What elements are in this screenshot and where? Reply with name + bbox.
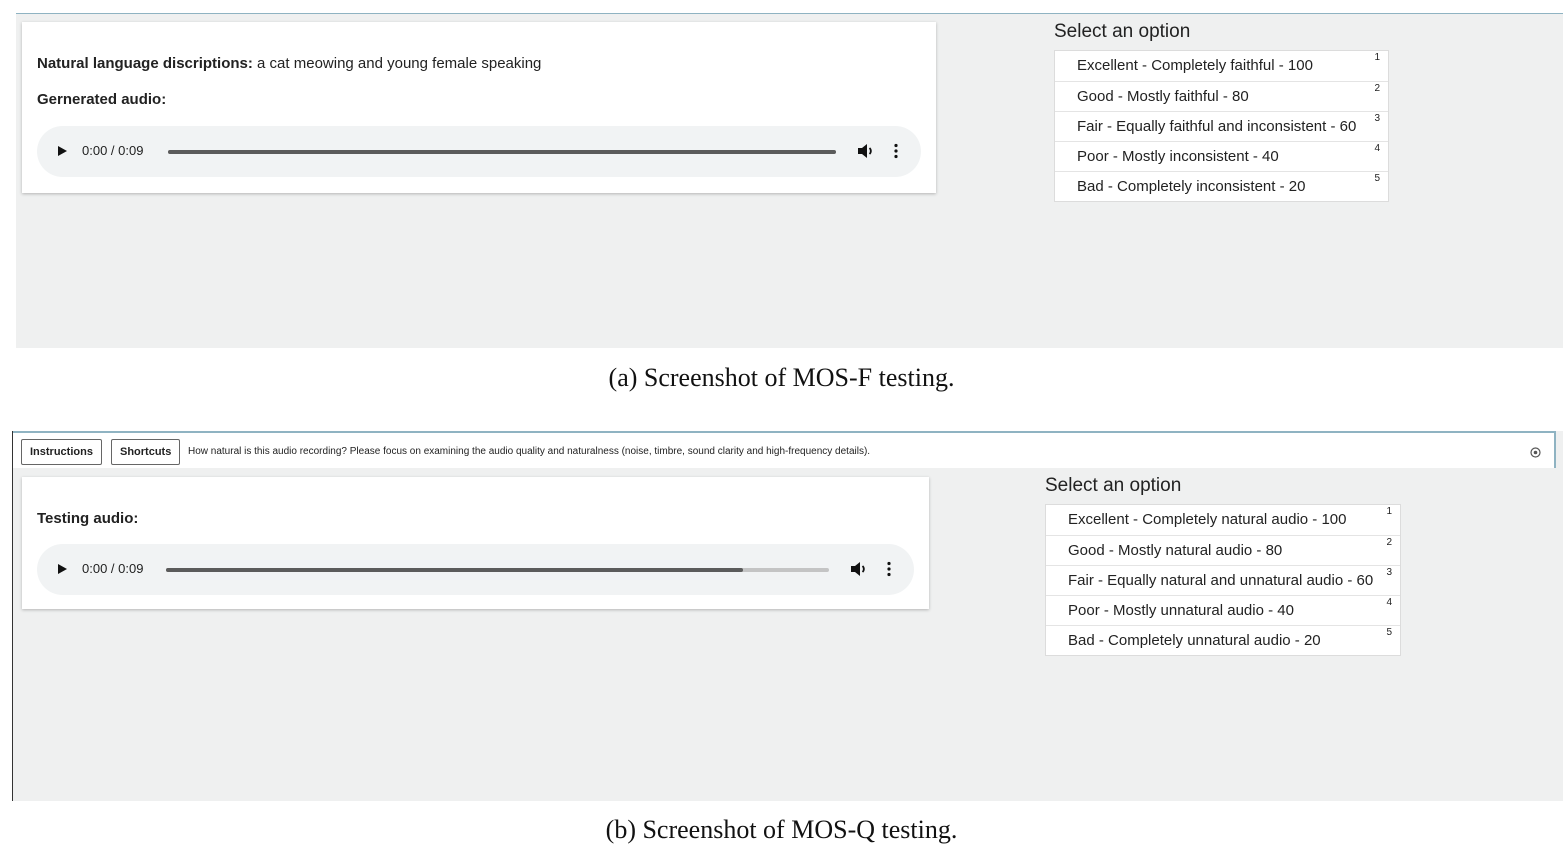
- toolbar: Instructions Shortcuts How natural is th…: [13, 431, 1556, 468]
- progress-track[interactable]: [168, 150, 836, 154]
- options-title: Select an option: [1054, 21, 1191, 42]
- audio-card: Testing audio: 0:00 / 0:09: [22, 477, 929, 609]
- settings-icon[interactable]: [1530, 447, 1541, 458]
- options-title: Select an option: [1045, 475, 1182, 496]
- description-label: Natural language discriptions:: [37, 55, 253, 72]
- option-label: Good - Mostly faithful - 80: [1077, 88, 1249, 105]
- time-display: 0:00 / 0:09: [82, 561, 144, 576]
- option-poor[interactable]: Poor - Mostly inconsistent - 40 4: [1055, 141, 1388, 171]
- option-good[interactable]: Good - Mostly faithful - 80 2: [1055, 81, 1388, 111]
- caption-b: (b) Screenshot of MOS-Q testing.: [605, 815, 958, 844]
- play-icon[interactable]: [58, 146, 67, 156]
- option-label: Excellent - Completely natural audio - 1…: [1068, 511, 1347, 528]
- audio-label: Testing audio:: [37, 510, 139, 527]
- option-label: Bad - Completely unnatural audio - 20: [1068, 632, 1321, 649]
- more-options-icon[interactable]: [887, 561, 891, 577]
- option-poor[interactable]: Poor - Mostly unnatural audio - 40 4: [1046, 595, 1400, 625]
- play-icon[interactable]: [58, 564, 67, 574]
- option-good[interactable]: Good - Mostly natural audio - 80 2: [1046, 535, 1400, 565]
- option-bad[interactable]: Bad - Completely unnatural audio - 20 5: [1046, 625, 1400, 655]
- progress-fill: [166, 568, 743, 572]
- instructions-button[interactable]: Instructions: [21, 439, 102, 465]
- option-label: Fair - Equally faithful and inconsistent…: [1077, 118, 1357, 135]
- mos-q-panel: Instructions Shortcuts How natural is th…: [12, 431, 1563, 801]
- description-line: Natural language discriptions: a cat meo…: [37, 55, 541, 72]
- option-label: Good - Mostly natural audio - 80: [1068, 542, 1283, 559]
- more-options-icon[interactable]: [894, 143, 898, 159]
- option-bad[interactable]: Bad - Completely inconsistent - 20 5: [1055, 171, 1388, 201]
- description-text: a cat meowing and young female speaking: [257, 55, 542, 72]
- option-key: 3: [1386, 567, 1392, 578]
- options-list: Excellent - Completely natural audio - 1…: [1045, 504, 1401, 656]
- volume-icon[interactable]: [857, 143, 875, 159]
- option-label: Excellent - Completely faithful - 100: [1077, 57, 1313, 74]
- option-excellent[interactable]: Excellent - Completely faithful - 100 1: [1055, 51, 1388, 81]
- option-key: 1: [1386, 506, 1392, 517]
- audio-player[interactable]: 0:00 / 0:09: [37, 544, 914, 595]
- option-key: 3: [1374, 113, 1380, 124]
- option-key: 5: [1386, 627, 1392, 638]
- option-fair[interactable]: Fair - Equally natural and unnatural aud…: [1046, 565, 1400, 595]
- option-key: 2: [1386, 537, 1392, 548]
- audio-label: Gernerated audio:: [37, 91, 167, 108]
- option-key: 5: [1374, 173, 1380, 184]
- mos-f-panel: Natural language discriptions: a cat meo…: [16, 13, 1563, 348]
- time-display: 0:00 / 0:09: [82, 143, 144, 158]
- shortcuts-button[interactable]: Shortcuts: [111, 439, 181, 465]
- option-label: Poor - Mostly unnatural audio - 40: [1068, 602, 1294, 619]
- volume-icon[interactable]: [850, 561, 868, 577]
- option-fair[interactable]: Fair - Equally faithful and inconsistent…: [1055, 111, 1388, 141]
- option-label: Fair - Equally natural and unnatural aud…: [1068, 572, 1374, 589]
- task-prompt: How natural is this audio recording? Ple…: [188, 446, 871, 457]
- caption-a: (a) Screenshot of MOS-F testing.: [608, 363, 955, 392]
- option-key: 1: [1374, 52, 1380, 63]
- option-label: Bad - Completely inconsistent - 20: [1077, 178, 1306, 195]
- option-key: 2: [1374, 83, 1380, 94]
- option-excellent[interactable]: Excellent - Completely natural audio - 1…: [1046, 505, 1400, 535]
- option-key: 4: [1374, 143, 1380, 154]
- audio-player[interactable]: 0:00 / 0:09: [37, 126, 921, 177]
- options-list: Excellent - Completely faithful - 100 1 G…: [1054, 50, 1389, 202]
- audio-card: Natural language discriptions: a cat meo…: [22, 22, 936, 193]
- progress-fill: [168, 150, 836, 154]
- progress-track[interactable]: [166, 568, 829, 572]
- option-label: Poor - Mostly inconsistent - 40: [1077, 148, 1279, 165]
- option-key: 4: [1386, 597, 1392, 608]
